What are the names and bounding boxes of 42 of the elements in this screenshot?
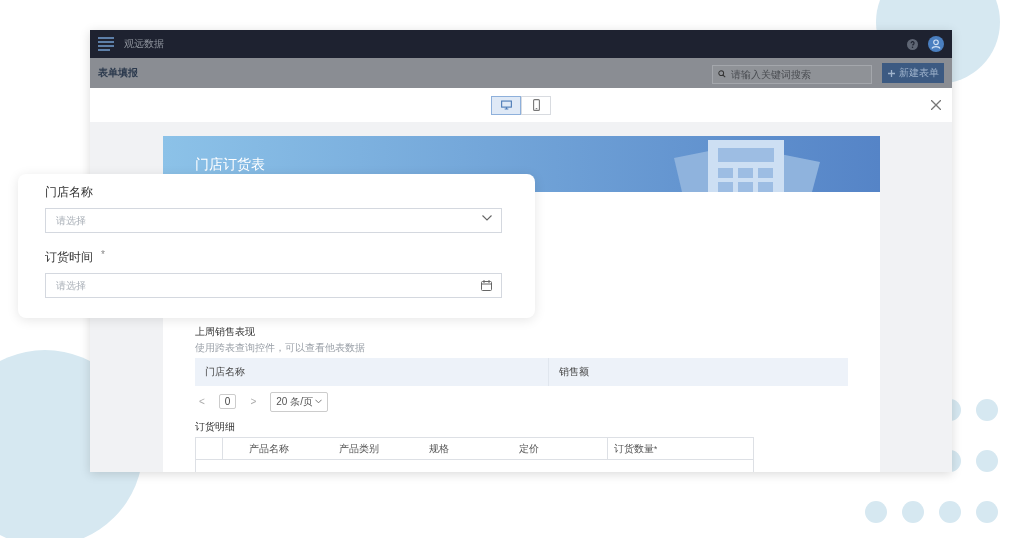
column-header: 规格 xyxy=(428,441,450,456)
column-header: 销售额 xyxy=(558,365,589,379)
section-title: 上周销售表现 xyxy=(195,326,256,338)
decor-dot xyxy=(939,501,961,523)
phone-icon xyxy=(532,99,540,111)
mobile-view-button[interactable] xyxy=(521,95,551,115)
plus-icon xyxy=(887,69,895,77)
column-header: 定价 xyxy=(518,441,540,456)
chevron-down-icon xyxy=(482,215,492,221)
calendar-icon xyxy=(481,280,492,291)
required-mark: * xyxy=(101,249,105,262)
section-description: 使用跨表查询控件，可以查看他表数据 xyxy=(195,342,366,354)
decor-dot xyxy=(902,501,924,523)
section-title: 订货明细 xyxy=(195,421,236,433)
page-number[interactable]: 0 xyxy=(218,394,237,409)
field-label: 门店名称 xyxy=(45,184,93,200)
page-size-select[interactable]: 20 条/页 xyxy=(270,391,328,412)
close-icon[interactable] xyxy=(931,100,941,110)
field-label: 订货时间 xyxy=(45,249,93,265)
form-title: 门店订货表 xyxy=(195,156,265,174)
brand-name: 观远数据 xyxy=(124,37,164,51)
decor-dot xyxy=(976,450,998,472)
column-header: 产品名称 xyxy=(248,441,290,456)
chevron-down-icon xyxy=(314,399,322,404)
menu-icon[interactable] xyxy=(98,37,114,51)
help-icon[interactable] xyxy=(907,38,918,50)
search-icon xyxy=(718,69,726,78)
previous-page-button[interactable]: < xyxy=(195,396,209,407)
select-field[interactable]: 请选择 xyxy=(45,208,502,233)
column-header: 产品类别 xyxy=(338,441,380,456)
monitor-icon xyxy=(500,100,512,110)
column-header: 门店名称 xyxy=(195,358,549,386)
decor-dot xyxy=(865,501,887,523)
user-avatar-icon[interactable] xyxy=(928,36,944,52)
search-field[interactable]: 请输入关键词搜索 xyxy=(712,64,872,84)
page-title: 表单填报 xyxy=(98,66,138,80)
desktop-view-button[interactable] xyxy=(491,95,521,115)
decor-dot xyxy=(976,399,998,421)
new-form-button[interactable]: 新建表单 xyxy=(882,63,944,83)
date-picker-field[interactable]: 请选择 xyxy=(45,273,502,298)
next-page-button[interactable]: > xyxy=(246,396,261,407)
decor-dot xyxy=(976,501,998,523)
